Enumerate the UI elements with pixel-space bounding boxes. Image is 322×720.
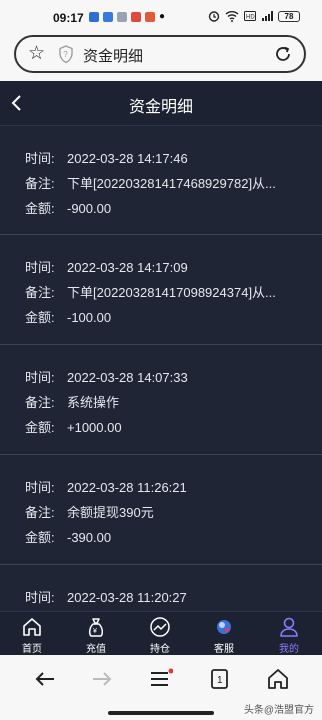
record-time: 2022-03-28 14:17:09 (67, 260, 188, 275)
record-note-row: 备注: 下单[20220328141709892437​4]从... (25, 282, 276, 301)
record-note-row: 备注: 余额提现390元 (25, 502, 154, 521)
svg-text:¥: ¥ (93, 628, 97, 635)
record-time-row: 时间: 2022-03-28 14:17:46 (25, 148, 188, 167)
record-note: 余额提现390元 (67, 505, 154, 520)
record-time: 2022-03-28 11:20:27 (67, 590, 187, 605)
page-title: 资金明细 (128, 99, 193, 116)
hd-icon: HD (244, 11, 256, 21)
amount-label: 金额: (25, 201, 55, 216)
tabs-count-icon[interactable]: 1 (206, 668, 232, 690)
note-label: 备注: (25, 176, 55, 191)
record-time: 2022-03-28 14:07:33 (67, 370, 188, 385)
record-note: 下单[20220328141746892978​2]从... (67, 176, 276, 191)
chart-icon (150, 617, 170, 637)
tab-label: 首页 (22, 644, 42, 655)
time-label: 时间: (25, 370, 55, 385)
user-icon (280, 617, 298, 637)
time-label: 时间: (25, 260, 55, 275)
tab-label: 我的 (279, 644, 299, 655)
home-indicator[interactable] (108, 711, 214, 715)
record-time-row: 时间: 2022-03-28 11:26:21 (25, 477, 187, 496)
record-amount-row: 金额: +1000.00 (25, 417, 122, 436)
battery-icon: 78 (278, 10, 300, 22)
tab-label: 客服 (214, 644, 234, 655)
signal-icon (262, 10, 273, 21)
menu-icon[interactable] (147, 668, 173, 690)
tab-home[interactable]: 首页 (7, 616, 57, 655)
browser-address-bar[interactable]: ☆ ? 资金明细 (14, 35, 306, 73)
svg-text:?: ? (63, 50, 68, 59)
notification-app-icon (131, 11, 141, 22)
tab-label: 充值 (86, 644, 106, 655)
record-amount-row: 金额: -900.00 (25, 198, 111, 217)
record-amount: -100.00 (67, 310, 112, 325)
record-item: 时间: 2022-03-28 11:26:21 备注: 余额提现390元 金额: -3… (0, 455, 322, 565)
notification-app-icon (103, 11, 113, 22)
record-amount-row: 金额: -100.00 (25, 307, 111, 326)
note-label: 备注: (25, 505, 55, 520)
record-time-row: 时间: 2022-03-28 11:20:27 (25, 587, 187, 606)
record-time: 2022-03-28 14:17:46 (67, 151, 188, 166)
tab-positions[interactable]: 持仓 (135, 616, 185, 655)
fund-records-list[interactable]: 时间: 2022-03-28 14:17:46 备注: 下单[20220328141… (0, 126, 322, 611)
record-amount: +1000.00 (67, 420, 122, 435)
back-icon[interactable] (32, 668, 58, 690)
notification-app-icon (145, 11, 155, 22)
record-time: 2022-03-28 11:26:21 (67, 480, 187, 495)
tab-recharge[interactable]: ¥ 充值 (71, 616, 121, 655)
record-amount: -390.00 (67, 530, 112, 545)
amount-label: 金额: (25, 310, 55, 325)
record-time-row: 时间: 2022-03-28 14:17:09 (25, 257, 188, 276)
record-item: 时间: 2022-03-28 14:17:09 备注: 下单[20220328141… (0, 235, 322, 345)
tab-support[interactable]: 客服 (199, 616, 249, 655)
time-label: 时间: (25, 480, 55, 495)
record-amount: -900.00 (67, 201, 112, 216)
svg-text:HD: HD (246, 15, 255, 21)
home-icon (23, 618, 41, 636)
reload-icon[interactable] (274, 44, 292, 64)
status-time: 09:17 (53, 11, 84, 25)
record-item: 时间: 2022-03-28 14:17:46 备注: 下单[20220328141… (0, 126, 322, 235)
alarm-icon (208, 11, 220, 22)
notification-icons: ● (89, 11, 165, 22)
status-bar: 09:17 ● HD 78 (0, 0, 322, 34)
record-item: 时间: 2022-03-28 11:20:27 (0, 565, 322, 611)
note-label: 备注: (25, 285, 55, 300)
bottom-tab-bar: 首页 ¥ 充值 持仓 客服 我的 (0, 611, 322, 655)
notification-app-icon (89, 11, 99, 22)
wifi-icon (225, 11, 239, 22)
tab-profile[interactable]: 我的 (264, 616, 314, 655)
money-bag-icon: ¥ (88, 618, 104, 637)
time-label: 时间: (25, 590, 55, 605)
system-icons: HD 78 (208, 10, 300, 22)
tab-label: 持仓 (150, 644, 170, 655)
security-shield-icon[interactable]: ? (58, 45, 74, 64)
more-dot-icon: ● (159, 11, 166, 22)
home-icon[interactable] (265, 668, 291, 690)
support-icon (217, 620, 231, 634)
svg-text:1: 1 (217, 675, 223, 686)
watermark: 头条@浩盟官方 (243, 705, 314, 716)
forward-icon[interactable] (89, 668, 115, 690)
notification-app-icon (117, 11, 127, 22)
bookmark-star-icon[interactable]: ☆ (28, 44, 45, 64)
record-note: 下单[20220328141709892437​4]从... (67, 285, 276, 300)
time-label: 时间: (25, 151, 55, 166)
browser-nav-bar: 1 头条@浩盟官方 (0, 655, 322, 720)
amount-label: 金额: (25, 530, 55, 545)
record-item: 时间: 2022-03-28 14:07:33 备注: 系统操作 金额: +1000.… (0, 345, 322, 455)
page-name: 资金明细 (83, 48, 144, 65)
app-header: 资金明细 (0, 81, 322, 126)
record-note: 系统操作 (67, 395, 120, 410)
record-amount-row: 金额: -390.00 (25, 527, 111, 546)
amount-label: 金额: (25, 420, 55, 435)
record-note-row: 备注: 下单[20220328141746892978​2]从... (25, 173, 276, 192)
record-note-row: 备注: 系统操作 (25, 392, 119, 411)
record-time-row: 时间: 2022-03-28 14:07:33 (25, 367, 188, 386)
note-label: 备注: (25, 395, 55, 410)
